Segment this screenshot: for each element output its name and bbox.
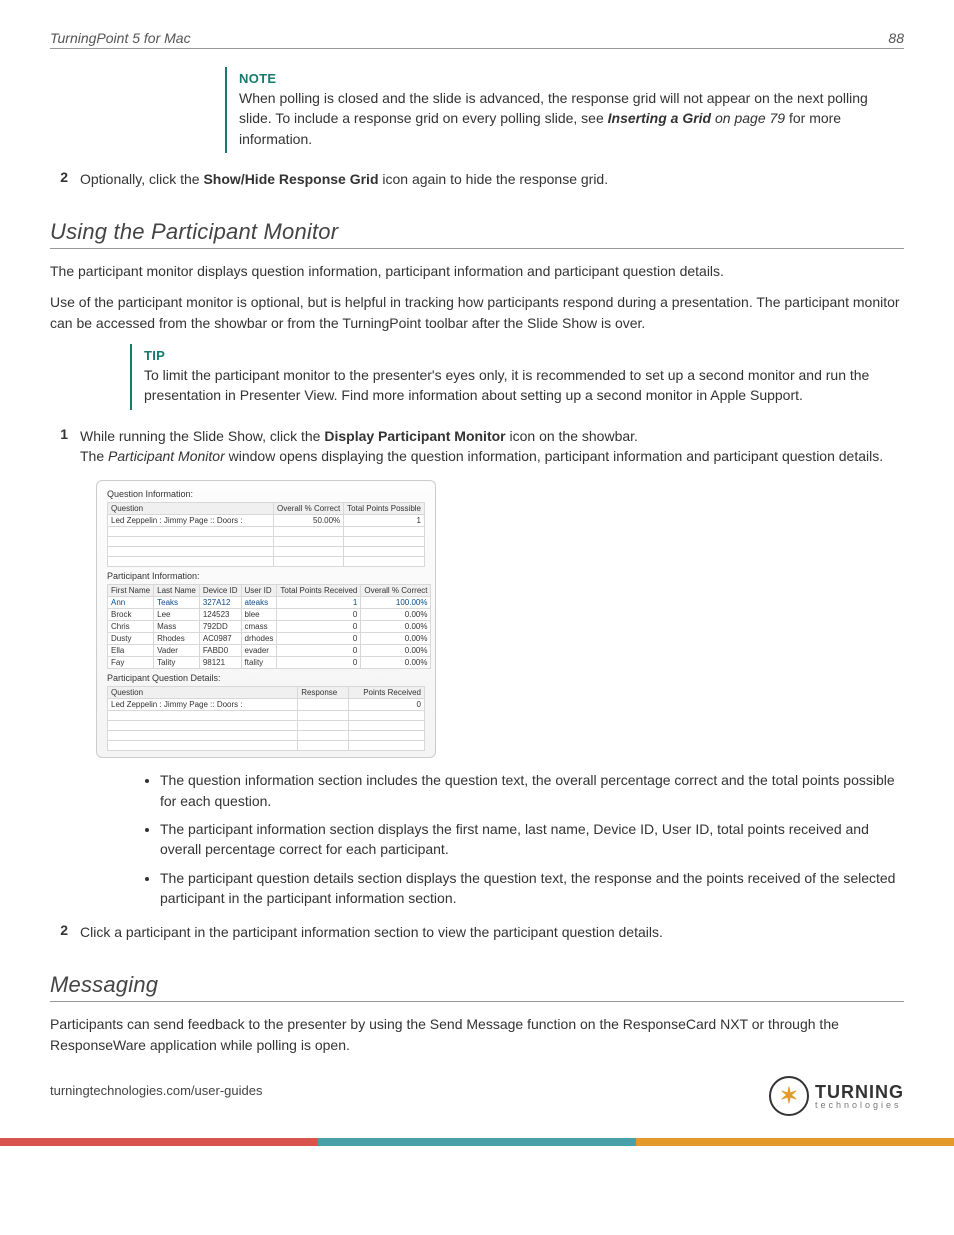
ss-td: 50.00% <box>274 515 344 527</box>
ss-th: First Name <box>108 585 154 597</box>
step-2-response-grid: 2 Optionally, click the Show/Hide Respon… <box>50 169 904 189</box>
tip-callout: TIP To limit the participant monitor to … <box>130 344 904 410</box>
page-header: TurningPoint 5 for Mac 88 <box>50 30 904 49</box>
footer-color-bar <box>0 1138 954 1146</box>
footer-url: turningtechnologies.com/user-guides <box>50 1083 262 1098</box>
ss-row: EllaVaderFABD0evader00.00% <box>108 645 431 657</box>
ss-td <box>298 699 349 711</box>
monitor-bullets: The question information section include… <box>160 770 904 908</box>
ss-pqd-title: Participant Question Details: <box>107 673 425 683</box>
bullet-item: The question information section include… <box>160 770 904 811</box>
ss-row: ChrisMass792DDcmass00.00% <box>108 621 431 633</box>
ss-qinfo-table: Question Overall % Correct Total Points … <box>107 502 425 567</box>
messaging-para: Participants can send feedback to the pr… <box>50 1014 904 1056</box>
tip-label: TIP <box>144 348 894 363</box>
ss-th: Question <box>108 687 298 699</box>
note-callout: NOTE When polling is closed and the slid… <box>225 67 904 153</box>
ss-td: Led Zeppelin : Jimmy Page :: Doors : <box>108 699 298 711</box>
monitor-para-1: The participant monitor displays questio… <box>50 261 904 282</box>
ss-th: User ID <box>241 585 277 597</box>
ss-row: FayTality98121ftality00.00% <box>108 657 431 669</box>
participant-monitor-screenshot: Question Information: Question Overall %… <box>96 480 436 758</box>
bullet-item: The participant information section disp… <box>160 819 904 860</box>
step-text: Click a participant in the participant i… <box>80 922 904 942</box>
ss-th: Points Received <box>348 687 424 699</box>
step-sentence2-pre: The <box>80 448 108 464</box>
tip-body: To limit the participant monitor to the … <box>144 365 894 406</box>
step-2-monitor: 2 Click a participant in the participant… <box>50 922 904 942</box>
logo-main-text: TURNING <box>815 1083 904 1101</box>
ss-row: DustyRhodesAC0987drhodes00.00% <box>108 633 431 645</box>
note-xref[interactable]: Inserting a Grid <box>608 110 711 126</box>
ss-td: 1 <box>344 515 425 527</box>
step-1-monitor: 1 While running the Slide Show, click th… <box>50 426 904 467</box>
ss-td: Led Zeppelin : Jimmy Page :: Doors : <box>108 515 274 527</box>
brand-logo: ✶ TURNING technologies <box>769 1076 904 1116</box>
note-xref-page: on page 79 <box>715 110 785 126</box>
ss-th: Total Points Possible <box>344 503 425 515</box>
ss-th: Overall % Correct <box>361 585 431 597</box>
section-heading-messaging: Messaging <box>50 972 904 1002</box>
ss-th: Total Points Received <box>277 585 361 597</box>
ss-th: Device ID <box>199 585 241 597</box>
ss-pinfo-table: First Name Last Name Device ID User ID T… <box>107 584 431 669</box>
ss-pinfo-title: Participant Information: <box>107 571 425 581</box>
step-number: 2 <box>50 922 80 942</box>
ss-th: Response <box>298 687 349 699</box>
logo-sub-text: technologies <box>815 1101 904 1110</box>
ss-qinfo-title: Question Information: <box>107 489 425 499</box>
ss-row: AnnTeaks327A12ateaks1100.00% <box>108 597 431 609</box>
step-text-pre: Optionally, click the <box>80 171 203 187</box>
logo-icon: ✶ <box>769 1076 809 1116</box>
section-heading-monitor: Using the Participant Monitor <box>50 219 904 249</box>
ss-td: 0 <box>348 699 424 711</box>
note-label: NOTE <box>239 71 894 86</box>
note-body: When polling is closed and the slide is … <box>239 88 894 149</box>
ss-th: Last Name <box>154 585 200 597</box>
bullet-item: The participant question details section… <box>160 868 904 909</box>
ss-row: BrockLee124523blee00.00% <box>108 609 431 621</box>
step-sentence2-ital: Participant Monitor <box>108 448 225 464</box>
step-number: 1 <box>50 426 80 467</box>
step-text-post: icon again to hide the response grid. <box>382 171 608 187</box>
step-text-pre: While running the Slide Show, click the <box>80 428 324 444</box>
ss-th: Overall % Correct <box>274 503 344 515</box>
step-text-bold: Display Participant Monitor <box>324 428 505 444</box>
step-text-post: icon on the showbar. <box>510 428 638 444</box>
step-text-bold: Show/Hide Response Grid <box>203 171 378 187</box>
ss-th: Question <box>108 503 274 515</box>
ss-pqd-table: Question Response Points Received Led Ze… <box>107 686 425 751</box>
monitor-para-2: Use of the participant monitor is option… <box>50 292 904 334</box>
step-sentence2-post: window opens displaying the question inf… <box>229 448 884 464</box>
step-number: 2 <box>50 169 80 189</box>
doc-title: TurningPoint 5 for Mac <box>50 30 191 46</box>
page-number: 88 <box>888 30 904 46</box>
